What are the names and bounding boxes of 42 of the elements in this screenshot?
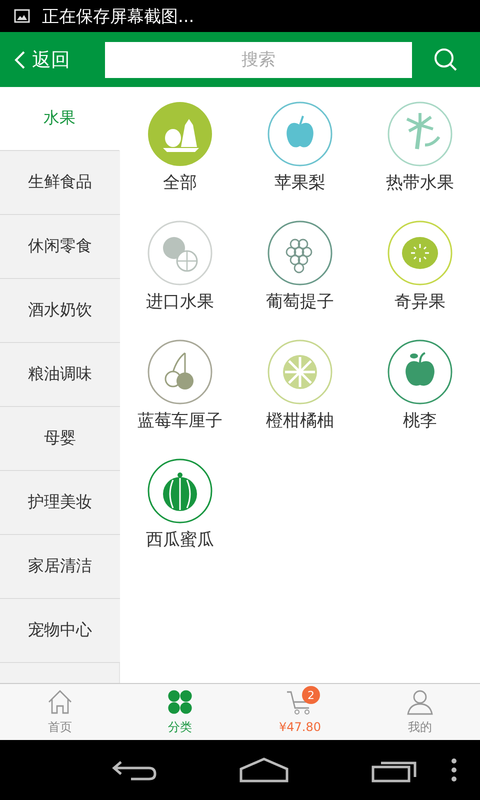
category-button[interactable]: 苹果梨 — [244, 101, 356, 207]
sidebar-item[interactable]: 母婴 — [0, 407, 120, 471]
search-icon — [433, 46, 459, 72]
sidebar-item[interactable]: 粮油调味 — [0, 343, 120, 407]
apple-icon — [267, 101, 333, 167]
category-button[interactable]: 进口水果 — [124, 220, 236, 326]
category-button[interactable]: 橙柑橘柚 — [244, 339, 356, 445]
category-button[interactable]: 热带水果 — [364, 101, 476, 207]
kiwi-icon — [387, 220, 453, 286]
grapes-icon — [267, 220, 333, 286]
sidebar-item[interactable]: 生鲜食品 — [0, 151, 120, 215]
sidebar-item[interactable]: 护理美妆 — [0, 471, 120, 535]
more-icon[interactable] — [450, 757, 458, 783]
fruit-plate-icon — [147, 101, 213, 167]
image-icon — [14, 9, 30, 23]
tab-button[interactable]: 分类 — [120, 684, 240, 740]
category-button[interactable]: 蓝莓车厘子 — [124, 339, 236, 445]
category-button[interactable]: 全部 — [124, 101, 236, 207]
category-button[interactable]: 奇异果 — [364, 220, 476, 326]
category-button[interactable]: 西瓜蜜瓜 — [124, 458, 236, 564]
watermelon-icon — [147, 458, 213, 524]
user-icon — [406, 688, 434, 714]
count-badge: 2 — [302, 686, 320, 704]
cherries-icon — [147, 339, 213, 405]
globe-fruit-icon — [147, 220, 213, 286]
sidebar-item[interactable]: 家居清洁 — [0, 535, 120, 599]
sidebar-item[interactable]: 宠物中心 — [0, 599, 120, 663]
home-icon — [46, 688, 74, 714]
sidebar-item[interactable]: 酒水奶饮 — [0, 279, 120, 343]
home-icon[interactable] — [239, 757, 289, 783]
sidebar-item[interactable]: 休闲零食 — [0, 215, 120, 279]
category-button[interactable]: 葡萄提子 — [244, 220, 356, 326]
peach-icon — [387, 339, 453, 405]
notification-text: 正在保存屏幕截图... — [42, 6, 194, 28]
category-button[interactable]: 桃李 — [364, 339, 476, 445]
grid-icon — [166, 688, 194, 714]
search-field[interactable]: 搜索 — [105, 42, 412, 78]
citrus-slice-icon — [267, 339, 333, 405]
back-button[interactable]: 返回 — [0, 32, 105, 87]
sidebar-item[interactable]: 水果 — [0, 87, 120, 151]
chevron-left-icon — [14, 50, 26, 70]
back-icon[interactable] — [111, 758, 157, 782]
